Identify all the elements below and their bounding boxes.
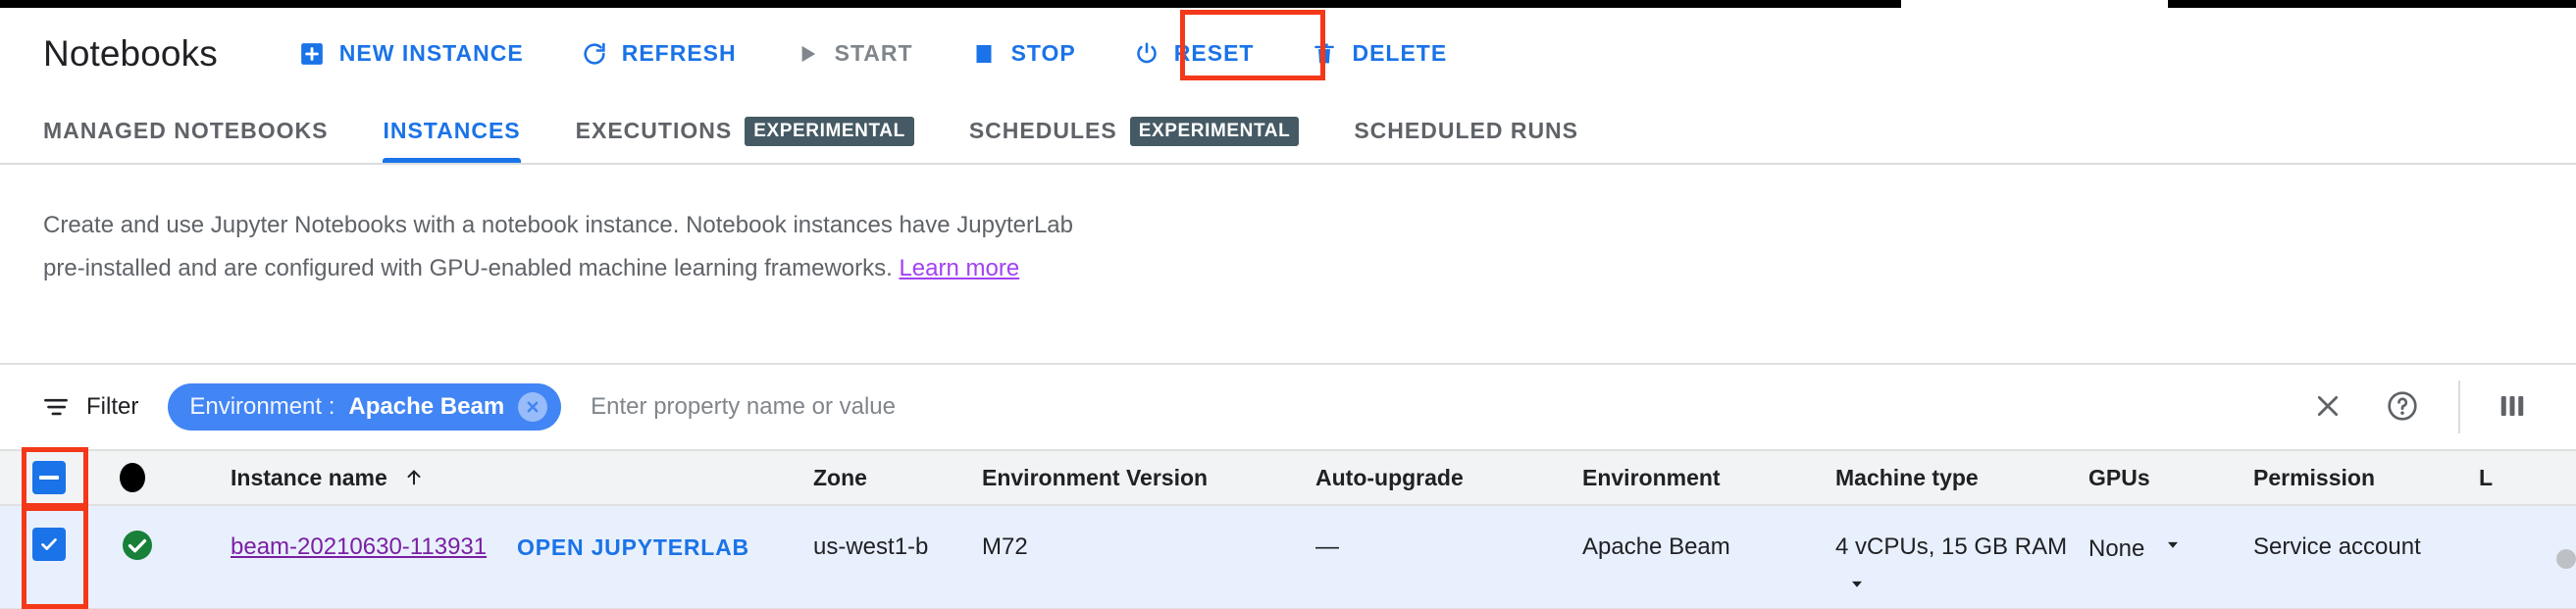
page-header: Notebooks NEW INSTANCE REFRESH START STO… [0,8,2576,99]
action-toolbar: NEW INSTANCE REFRESH START STOP RESET DE… [283,30,1488,77]
tab-schedules[interactable]: SCHEDULES EXPERIMENTAL [942,99,1327,163]
power-reset-icon [1133,40,1160,68]
reset-label: RESET [1173,40,1255,66]
column-header-zone[interactable]: Zone [813,451,982,504]
machine-type-value: 4 vCPUs, 15 GB RAM [1835,533,2068,560]
instances-table: Instance name Zone Environment Version A… [0,447,2576,609]
filter-chip-environment[interactable]: Environment : Apache Beam [168,383,562,431]
gpus-dropdown-icon[interactable] [2163,528,2183,567]
stop-square-icon [970,40,998,68]
select-all-cell [0,451,98,504]
tab-bar: MANAGED NOTEBOOKS INSTANCES EXECUTIONS E… [0,99,2576,166]
help-circle-icon [2386,389,2419,426]
filter-list-icon[interactable] [39,390,73,424]
columns-icon [2498,391,2527,424]
start-label: START [834,40,913,66]
tab-executions-label: EXECUTIONS [575,118,733,143]
status-running-check-icon [120,528,155,563]
tab-managed-notebooks[interactable]: MANAGED NOTEBOOKS [16,99,355,163]
clear-filter-button[interactable] [2299,379,2356,435]
row-gpus-cell: None [2088,506,2253,608]
browser-chrome-gap [1901,0,2168,8]
scroll-indicator[interactable] [2556,549,2576,569]
status-dot-icon [120,463,145,492]
row-machine-type-cell: 4 vCPUs, 15 GB RAM [1835,506,2088,608]
open-jupyterlab-link[interactable]: OPEN JUPYTERLAB [517,528,749,567]
tab-scheduled-runs-label: SCHEDULED RUNS [1354,118,1579,143]
toolbar-divider [2458,381,2460,433]
refresh-label: REFRESH [621,40,737,66]
reset-button[interactable]: RESET [1117,30,1270,77]
filter-bar: Filter Environment : Apache Beam [0,363,2576,449]
column-display-options-button[interactable] [2484,379,2541,435]
stop-button[interactable]: STOP [954,30,1092,77]
tab-schedules-label: SCHEDULES [968,118,1117,143]
page-description: Create and use Jupyter Notebooks with a … [43,204,1083,290]
plus-box-icon [298,40,326,68]
sort-ascending-icon [403,467,425,488]
column-header-jupyterlab [517,451,813,504]
column-header-instance-name-label: Instance name [231,464,387,490]
permission-value: Service account [2253,533,2421,560]
browser-chrome-strip [0,0,2576,8]
table-row[interactable]: beam-20210630-113931 OPEN JUPYTERLAB us-… [0,506,2576,609]
filter-label: Filter [86,393,139,420]
refresh-icon [581,40,608,68]
page-title: Notebooks [43,32,218,74]
column-header-gpus[interactable]: GPUs [2088,451,2253,504]
column-header-instance-name[interactable]: Instance name [231,451,517,504]
chip-close-icon[interactable] [518,392,548,422]
zone-value: us-west1-b [813,533,929,560]
tab-executions[interactable]: EXECUTIONS EXPERIMENTAL [548,99,942,163]
column-header-machine-type[interactable]: Machine type [1835,451,2088,504]
tab-schedules-badge: EXPERIMENTAL [1129,116,1300,146]
search-input[interactable] [591,382,2282,431]
new-instance-button[interactable]: NEW INSTANCE [283,30,540,77]
column-header-permission[interactable]: Permission [2253,451,2479,504]
close-icon [2312,390,2344,425]
column-header-truncated[interactable]: L [2479,451,2576,504]
learn-more-link[interactable]: Learn more [899,255,1019,281]
row-select-cell [0,506,98,608]
notebooks-page: Notebooks NEW INSTANCE REFRESH START STO… [0,0,2576,609]
row-environment-cell: Apache Beam [1582,533,1730,560]
machine-type-dropdown-icon[interactable] [1847,567,1867,606]
delete-button[interactable]: DELETE [1295,30,1463,77]
help-button[interactable] [2374,379,2431,435]
stop-label: STOP [1010,40,1076,66]
row-environment-version-cell: M72 [982,533,1028,560]
filter-chip-key: Environment : [189,393,335,420]
status-header-cell [98,451,231,504]
row-checkbox[interactable] [32,528,66,561]
row-status-cell [98,506,231,608]
column-header-auto-upgrade[interactable]: Auto-upgrade [1315,451,1582,504]
refresh-button[interactable]: REFRESH [565,30,752,77]
play-icon [794,40,821,68]
table-header-row: Instance name Zone Environment Version A… [0,449,2576,506]
row-jupyterlab-cell: OPEN JUPYTERLAB [517,506,813,608]
tab-managed-notebooks-label: MANAGED NOTEBOOKS [43,118,329,143]
filter-bar-left: Filter Environment : Apache Beam [39,382,2282,431]
row-permission-cell: Service account [2253,506,2479,608]
filter-bar-actions [2282,379,2576,435]
tab-instances-label: INSTANCES [383,118,521,143]
column-header-environment[interactable]: Environment [1582,451,1835,504]
gpus-value: None [2088,535,2145,562]
delete-label: DELETE [1352,40,1448,66]
new-instance-label: NEW INSTANCE [338,40,524,66]
tab-instances[interactable]: INSTANCES [355,99,547,163]
row-zone-cell: us-west1-b [813,506,982,608]
select-all-checkbox[interactable] [32,461,66,494]
filter-chip-value: Apache Beam [348,393,505,420]
row-instance-name-cell: beam-20210630-113931 [231,506,517,608]
instance-name-link[interactable]: beam-20210630-113931 [231,528,487,567]
column-header-environment-version[interactable]: Environment Version [982,451,1315,504]
checkbox-indeterminate-mark [39,476,59,480]
row-auto-upgrade-cell: — [1315,533,1339,560]
start-button[interactable]: START [778,30,929,77]
tab-executions-badge: EXPERIMENTAL [745,116,914,146]
tab-scheduled-runs[interactable]: SCHEDULED RUNS [1326,99,1606,163]
trash-icon [1311,40,1338,68]
